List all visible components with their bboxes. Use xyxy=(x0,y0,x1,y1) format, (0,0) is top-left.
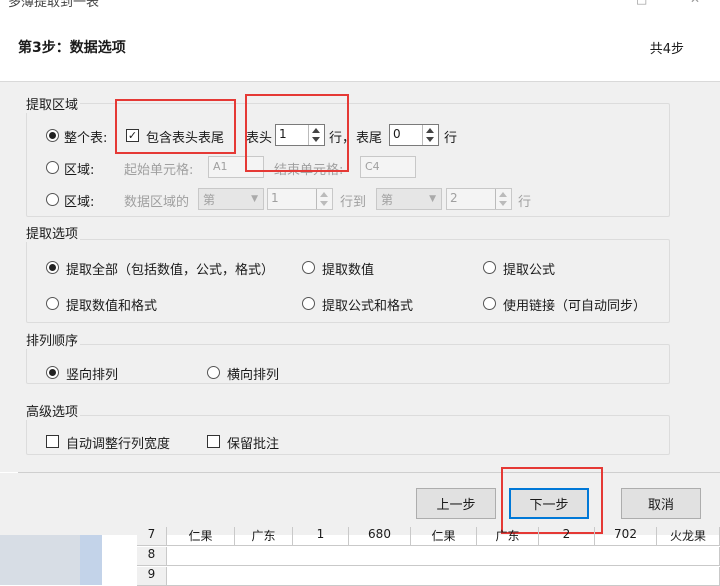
maximize-icon[interactable]: □ xyxy=(636,0,647,6)
autofit-label: 自动调整行列宽度 xyxy=(66,437,171,452)
row-unit-label-2: 行 xyxy=(444,131,458,146)
dialog-body: 提取区域 整个表: ✓ 包含表头表尾 表头 1 行， 表尾 0 行 区域: 起始… xyxy=(0,82,720,472)
spinner-arrows-icon[interactable] xyxy=(422,125,438,145)
step-title: 第3步：数据选项 xyxy=(18,40,126,56)
radio-horizontal[interactable] xyxy=(207,366,220,379)
sort-order-group xyxy=(26,344,670,384)
autofit-checkbox[interactable] xyxy=(46,435,59,448)
radio-extract-formulas[interactable] xyxy=(483,261,496,274)
start-row-value: 1 xyxy=(271,191,279,205)
header-rows-label: 表头 xyxy=(246,131,273,146)
sheet-cell[interactable]: 火龙果 xyxy=(657,527,720,546)
next-button[interactable]: 下一步 xyxy=(509,488,589,519)
wizard-header: 第3步：数据选项 共4步 xyxy=(0,12,720,82)
extract-options-title: 提取选项 xyxy=(24,223,81,242)
radio-whole-table[interactable] xyxy=(46,129,59,142)
include-header-footer-checkbox[interactable]: ✓ xyxy=(126,129,139,142)
sheet-cell[interactable]: 680 xyxy=(349,527,411,546)
values-and-format-label: 提取数值和格式 xyxy=(66,299,158,314)
sheet-cell[interactable]: 2 xyxy=(539,527,595,546)
start-row-select[interactable]: 第 ▼ xyxy=(198,188,264,210)
start-row-spinner[interactable]: 1 xyxy=(267,188,333,210)
radio-region-cells[interactable] xyxy=(46,161,59,174)
region-cells-label: 区域: xyxy=(64,163,95,178)
keep-comments-label: 保留批注 xyxy=(227,437,280,452)
close-icon[interactable]: ✕ xyxy=(690,0,700,6)
spinner-arrows-icon[interactable] xyxy=(308,125,324,145)
chevron-down-icon: ▼ xyxy=(429,194,436,204)
end-row-value: 2 xyxy=(450,191,458,205)
cancel-button[interactable]: 取消 xyxy=(621,488,701,519)
keep-comments-checkbox[interactable] xyxy=(207,435,220,448)
title-bar: 多薄提取到一表 — □ ✕ xyxy=(0,0,720,12)
spinner-arrows-icon[interactable] xyxy=(316,189,332,209)
start-row-select-value: 第 xyxy=(203,193,216,207)
end-row-spinner[interactable]: 2 xyxy=(446,188,512,210)
advanced-title: 高级选项 xyxy=(24,401,81,420)
row-header-9: 9 xyxy=(137,567,167,586)
sheet-cell[interactable]: 仁果 xyxy=(167,527,235,546)
header-rows-value: 1 xyxy=(279,127,287,141)
extract-formulas-label: 提取公式 xyxy=(503,263,556,278)
header-rows-spinner[interactable]: 1 xyxy=(275,124,325,146)
spinner-arrows-icon[interactable] xyxy=(495,189,511,209)
whole-table-label: 整个表: xyxy=(64,131,108,146)
end-row-select[interactable]: 第 ▼ xyxy=(376,188,442,210)
row-header-7: 7 xyxy=(137,527,167,546)
footer-rows-value: 0 xyxy=(393,127,401,141)
end-row-select-value: 第 xyxy=(381,193,394,207)
row-header-8: 8 xyxy=(137,547,167,566)
radio-extract-all[interactable] xyxy=(46,261,59,274)
dialog-footer: 上一步 下一步 取消 xyxy=(0,473,720,535)
radio-use-link[interactable] xyxy=(483,297,496,310)
extract-all-label: 提取全部（包括数值，公式，格式） xyxy=(66,263,275,278)
footer-rows-label: 表尾 xyxy=(356,131,383,146)
minimize-icon[interactable]: — xyxy=(576,0,588,6)
use-link-label: 使用链接（可自动同步） xyxy=(503,299,647,314)
radio-region-rows[interactable] xyxy=(46,193,59,206)
end-cell-label: 结束单元格: xyxy=(274,163,344,178)
formulas-and-format-label: 提取公式和格式 xyxy=(322,299,414,314)
step-count: 共4步 xyxy=(649,42,684,57)
radio-values-and-format[interactable] xyxy=(46,297,59,310)
footer-rows-spinner[interactable]: 0 xyxy=(389,124,439,146)
end-cell-input[interactable]: C4 xyxy=(360,156,416,178)
sheet-row-9[interactable] xyxy=(167,567,720,586)
vertical-label: 竖向排列 xyxy=(66,368,119,383)
horizontal-label: 横向排列 xyxy=(227,368,280,383)
row-unit-label-3: 行 xyxy=(518,195,532,210)
sort-order-title: 排列顺序 xyxy=(24,330,81,349)
start-cell-label: 起始单元格: xyxy=(124,163,194,178)
prev-button[interactable]: 上一步 xyxy=(416,488,496,519)
radio-formulas-and-format[interactable] xyxy=(302,297,315,310)
sheet-row-8[interactable] xyxy=(167,547,720,566)
region-rows-label: 区域: xyxy=(64,195,95,210)
extract-values-label: 提取数值 xyxy=(322,263,375,278)
sheet-blue-panel xyxy=(80,535,102,585)
sheet-cell[interactable]: 702 xyxy=(595,527,657,546)
sheet-cell[interactable]: 仁果 xyxy=(411,527,477,546)
sheet-left-panel xyxy=(0,535,80,585)
start-cell-input[interactable]: A1 xyxy=(208,156,264,178)
include-header-footer-label: 包含表头表尾 xyxy=(146,131,225,146)
sheet-cell[interactable]: 广东 xyxy=(477,527,539,546)
sheet-cell[interactable]: 广东 xyxy=(235,527,293,546)
data-region-prefix: 数据区域的 xyxy=(124,195,190,210)
background-spreadsheet: 7 仁果 广东 1 680 仁果 广东 2 702 火龙果 8 9 xyxy=(0,527,720,586)
chevron-down-icon: ▼ xyxy=(251,194,258,204)
row-to-label: 行到 xyxy=(340,195,367,210)
row-unit-label: 行， xyxy=(329,131,356,146)
extract-area-title: 提取区域 xyxy=(24,94,81,113)
sheet-cell[interactable]: 1 xyxy=(293,527,349,546)
radio-extract-values[interactable] xyxy=(302,261,315,274)
window-title: 多薄提取到一表 xyxy=(8,0,100,10)
radio-vertical[interactable] xyxy=(46,366,59,379)
